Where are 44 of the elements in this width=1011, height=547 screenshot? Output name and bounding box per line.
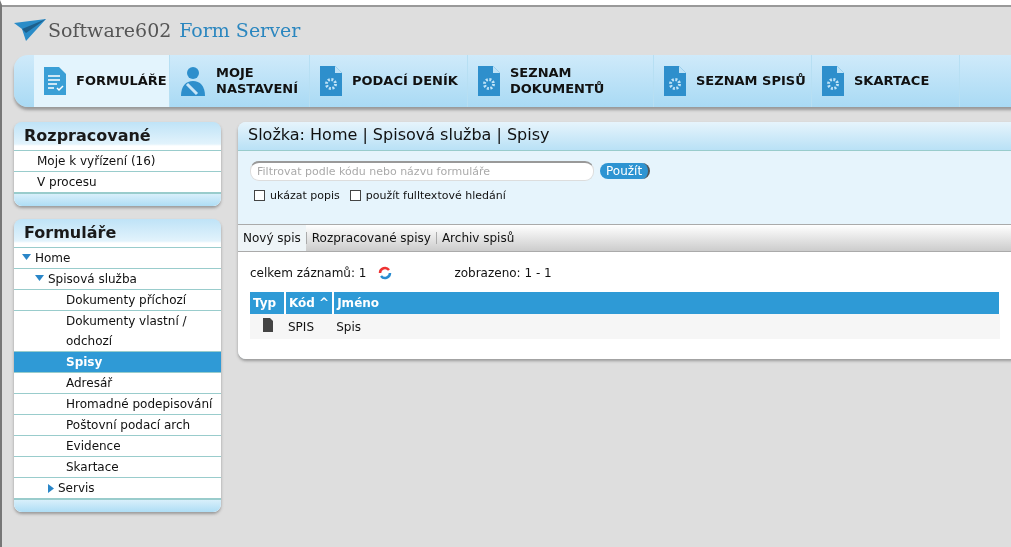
tree-item[interactable]: Skartace xyxy=(14,457,221,478)
tree-item[interactable]: Dokumenty příchozí xyxy=(14,290,221,311)
expanded-arrow-icon[interactable] xyxy=(35,275,44,281)
tab[interactable]: Nový spis xyxy=(238,225,306,251)
logo-icon xyxy=(14,19,46,41)
tree-item[interactable]: Home xyxy=(14,248,221,269)
panel-title: Rozpracované xyxy=(14,122,221,151)
form-document-icon xyxy=(44,67,66,95)
gear-document-icon xyxy=(478,66,500,96)
tab[interactable]: Rozpracované spisy xyxy=(306,225,436,251)
document-icon xyxy=(262,318,273,332)
filter-field[interactable]: Filtrovat podle kódu nebo názvu formuláře xyxy=(250,161,594,181)
checkbox-label: použít fulltextové hledání xyxy=(365,189,506,202)
record-count: celkem záznamů: 1 xyxy=(250,266,367,280)
checkbox-label: ukázat popis xyxy=(270,189,340,202)
checkbox[interactable] xyxy=(254,190,265,201)
nav-tab[interactable]: PODACÍ DENÍK xyxy=(310,55,468,107)
table-cell: SPIS xyxy=(285,314,334,339)
expanded-arrow-icon[interactable] xyxy=(22,254,31,260)
display-range: zobrazeno: 1 - 1 xyxy=(454,266,552,280)
tab[interactable]: Archiv spisů xyxy=(436,225,520,251)
tree-item[interactable]: Evidence xyxy=(14,436,221,457)
brand-name: Software602 xyxy=(48,19,172,41)
nav-tab[interactable]: SEZNAM SPISŮ xyxy=(654,55,812,107)
panel-title: Formuláře xyxy=(14,219,221,248)
table-cell: Spis xyxy=(333,314,1000,339)
collapsed-arrow-icon[interactable] xyxy=(48,484,54,493)
gear-document-icon xyxy=(664,66,686,96)
refresh-icon[interactable] xyxy=(378,266,393,280)
user-wrench-icon xyxy=(180,66,206,96)
nav-tab[interactable]: SEZNAM DOKUMENTŮ xyxy=(468,55,654,107)
breadcrumb: Složka: Home | Spisová služba | Spisy xyxy=(238,122,1011,151)
tree-item[interactable]: Poštovní podací arch xyxy=(14,415,221,436)
nav-tab[interactable]: FORMULÁŘE xyxy=(34,55,170,107)
nav-tab[interactable]: SKARTACE xyxy=(812,55,960,107)
product-name: Form Server xyxy=(179,19,301,41)
tree-item[interactable]: Adresář xyxy=(14,373,221,394)
nav-tab[interactable]: MOJE NASTAVENÍ xyxy=(170,55,310,107)
tree-item[interactable]: Spisová služba xyxy=(14,269,221,290)
list-item[interactable]: Moje k vyřízení (16) xyxy=(14,151,221,172)
gear-document-icon xyxy=(822,66,844,96)
checkbox[interactable] xyxy=(349,190,361,201)
gear-document-icon xyxy=(320,66,342,96)
tree-item[interactable]: Hromadné podepisování xyxy=(14,394,221,415)
